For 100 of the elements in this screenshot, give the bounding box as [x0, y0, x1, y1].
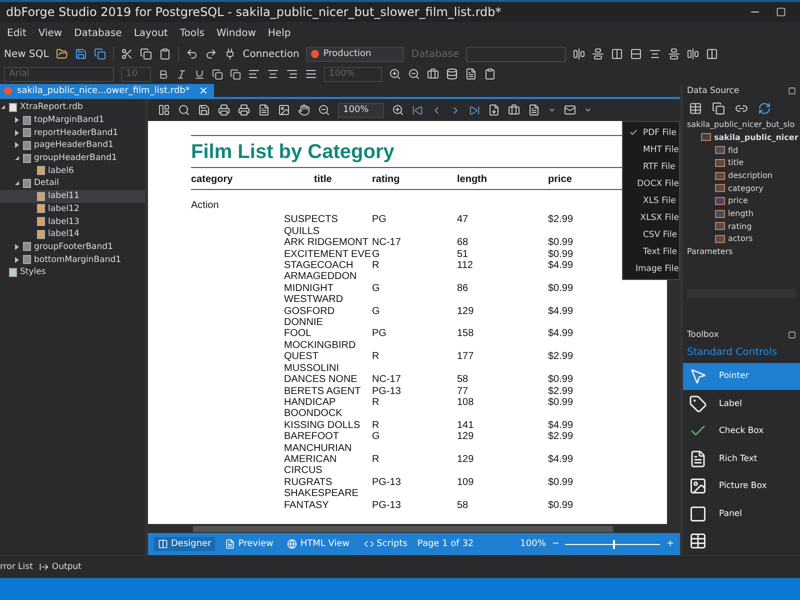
- data-source-item[interactable]: sakila_public_nicer_but_slo: [683, 118, 800, 132]
- zoom-out-icon[interactable]: [408, 68, 420, 80]
- save-icon[interactable]: [198, 104, 210, 116]
- tree-item[interactable]: label11: [0, 190, 145, 202]
- maximize-icon[interactable]: [776, 7, 786, 17]
- envelope-icon[interactable]: [564, 104, 576, 116]
- zoom-in-icon[interactable]: [389, 68, 401, 80]
- database-icon[interactable]: [446, 68, 458, 80]
- menu-item[interactable]: Window: [216, 28, 256, 38]
- save-icon[interactable]: [74, 48, 87, 60]
- tree-item[interactable]: reportHeaderBand1: [0, 126, 145, 140]
- tree-item[interactable]: XtraReport.rdb: [0, 101, 145, 114]
- toolbox-item[interactable]: Label: [683, 390, 800, 418]
- layer-icon[interactable]: [230, 68, 241, 80]
- document-icon[interactable]: [465, 68, 477, 80]
- document-tab[interactable]: sakila_public_nice...ower_film_list.rdb* ×: [0, 84, 214, 97]
- last-page-icon[interactable]: [469, 104, 480, 116]
- align-icon[interactable]: [706, 48, 718, 60]
- toolbox-item[interactable]: Rich Text: [683, 445, 800, 473]
- align-icon[interactable]: [592, 48, 604, 60]
- clipboard-icon[interactable]: [484, 68, 496, 80]
- tree-item[interactable]: topMarginBand1: [0, 114, 145, 126]
- printer-icon[interactable]: [238, 104, 250, 116]
- table-icon[interactable]: [689, 102, 702, 115]
- justify-icon[interactable]: [305, 68, 317, 80]
- tree-item[interactable]: pageHeaderBand1: [0, 139, 145, 152]
- align-right-icon[interactable]: [286, 68, 298, 80]
- bold-icon[interactable]: [158, 68, 169, 80]
- paste-icon[interactable]: [158, 48, 171, 60]
- cut-icon[interactable]: [120, 48, 133, 60]
- menu-item[interactable]: XLS File: [623, 192, 679, 209]
- toolbox-item[interactable]: Pointer: [683, 362, 800, 390]
- data-source-item[interactable]: description: [683, 169, 800, 182]
- align-icon[interactable]: [573, 48, 586, 60]
- save-all-icon[interactable]: [94, 48, 106, 60]
- zoom-out-icon[interactable]: [318, 104, 330, 116]
- align-left-icon[interactable]: [248, 68, 260, 80]
- plug-icon[interactable]: [224, 48, 236, 60]
- folder-icon[interactable]: [56, 48, 68, 60]
- slider-thumb[interactable]: [612, 540, 615, 548]
- menu-item[interactable]: XLSX File: [623, 209, 679, 226]
- expander-icon[interactable]: [15, 181, 19, 186]
- caret-icon[interactable]: [548, 106, 556, 114]
- maximize-icon[interactable]: [788, 331, 796, 340]
- tree-item[interactable]: groupHeaderBand1: [0, 152, 145, 164]
- page-icon[interactable]: [258, 104, 270, 116]
- maximize-icon[interactable]: [788, 86, 796, 95]
- layer-icon[interactable]: [212, 68, 223, 80]
- menu-item[interactable]: Text File: [623, 243, 679, 260]
- tree-item[interactable]: label12: [0, 202, 145, 216]
- align-icon[interactable]: [687, 48, 700, 60]
- view-tab[interactable]: Preview: [221, 537, 278, 551]
- toolbox-item[interactable]: Panel: [683, 500, 800, 528]
- data-source-item[interactable]: actors: [683, 232, 800, 246]
- data-source-item[interactable]: title: [683, 156, 800, 170]
- data-source-item[interactable]: price: [683, 194, 800, 208]
- output-tab[interactable]: Output: [38, 562, 82, 572]
- redo-icon[interactable]: [204, 48, 217, 60]
- menu-item[interactable]: Tools: [180, 28, 204, 38]
- tree-item[interactable]: label13: [0, 215, 145, 228]
- export-icon[interactable]: [488, 104, 500, 116]
- new-sql-button[interactable]: New SQL: [4, 48, 49, 60]
- menu-item[interactable]: View: [38, 28, 62, 38]
- first-page-icon[interactable]: [412, 104, 423, 116]
- copy-icon[interactable]: [712, 102, 725, 115]
- menu-item[interactable]: Layout: [134, 28, 168, 38]
- menu-item[interactable]: Help: [268, 28, 291, 38]
- data-source-item[interactable]: category: [683, 182, 800, 195]
- view-tab[interactable]: Designer: [154, 537, 216, 551]
- view-tab[interactable]: Scripts: [360, 537, 412, 551]
- toolbox-item[interactable]: Check Box: [683, 418, 800, 446]
- briefcase-icon[interactable]: [427, 68, 439, 80]
- tree-item[interactable]: Detail: [0, 177, 145, 190]
- data-source-item[interactable]: rating: [683, 220, 800, 233]
- menu-item[interactable]: Database: [74, 28, 122, 38]
- align-icon[interactable]: [668, 48, 680, 60]
- tree-item[interactable]: label14: [0, 228, 145, 241]
- data-source-item[interactable]: fid: [683, 144, 800, 157]
- align-center-icon[interactable]: [267, 68, 279, 80]
- data-source-item[interactable]: sakila_public_nicer: [683, 131, 800, 144]
- zoom-dropdown[interactable]: 100%: [338, 102, 384, 118]
- data-source-item[interactable]: length: [683, 207, 800, 220]
- menu-item[interactable]: CSV File: [623, 226, 679, 243]
- expander-icon[interactable]: [15, 156, 19, 160]
- connection-dropdown[interactable]: Production: [306, 46, 404, 62]
- printer-icon[interactable]: [218, 104, 230, 116]
- zoom-in-icon[interactable]: [392, 104, 404, 116]
- toolbox-item[interactable]: Picture Box: [683, 472, 800, 500]
- align-icon[interactable]: [630, 48, 642, 60]
- data-source-item[interactable]: Parameters: [683, 245, 800, 258]
- zoom-in-button[interactable]: +: [666, 539, 674, 549]
- underline-icon[interactable]: [194, 68, 205, 80]
- menu-item[interactable]: Image File: [623, 260, 679, 277]
- image-icon[interactable]: [278, 104, 290, 116]
- align-icon[interactable]: [649, 48, 662, 60]
- group-title[interactable]: Standard Controls: [683, 342, 800, 363]
- italic-icon[interactable]: [176, 68, 187, 80]
- copy-icon[interactable]: [140, 48, 152, 60]
- undo-icon[interactable]: [186, 48, 198, 60]
- close-button[interactable]: ×: [198, 84, 208, 97]
